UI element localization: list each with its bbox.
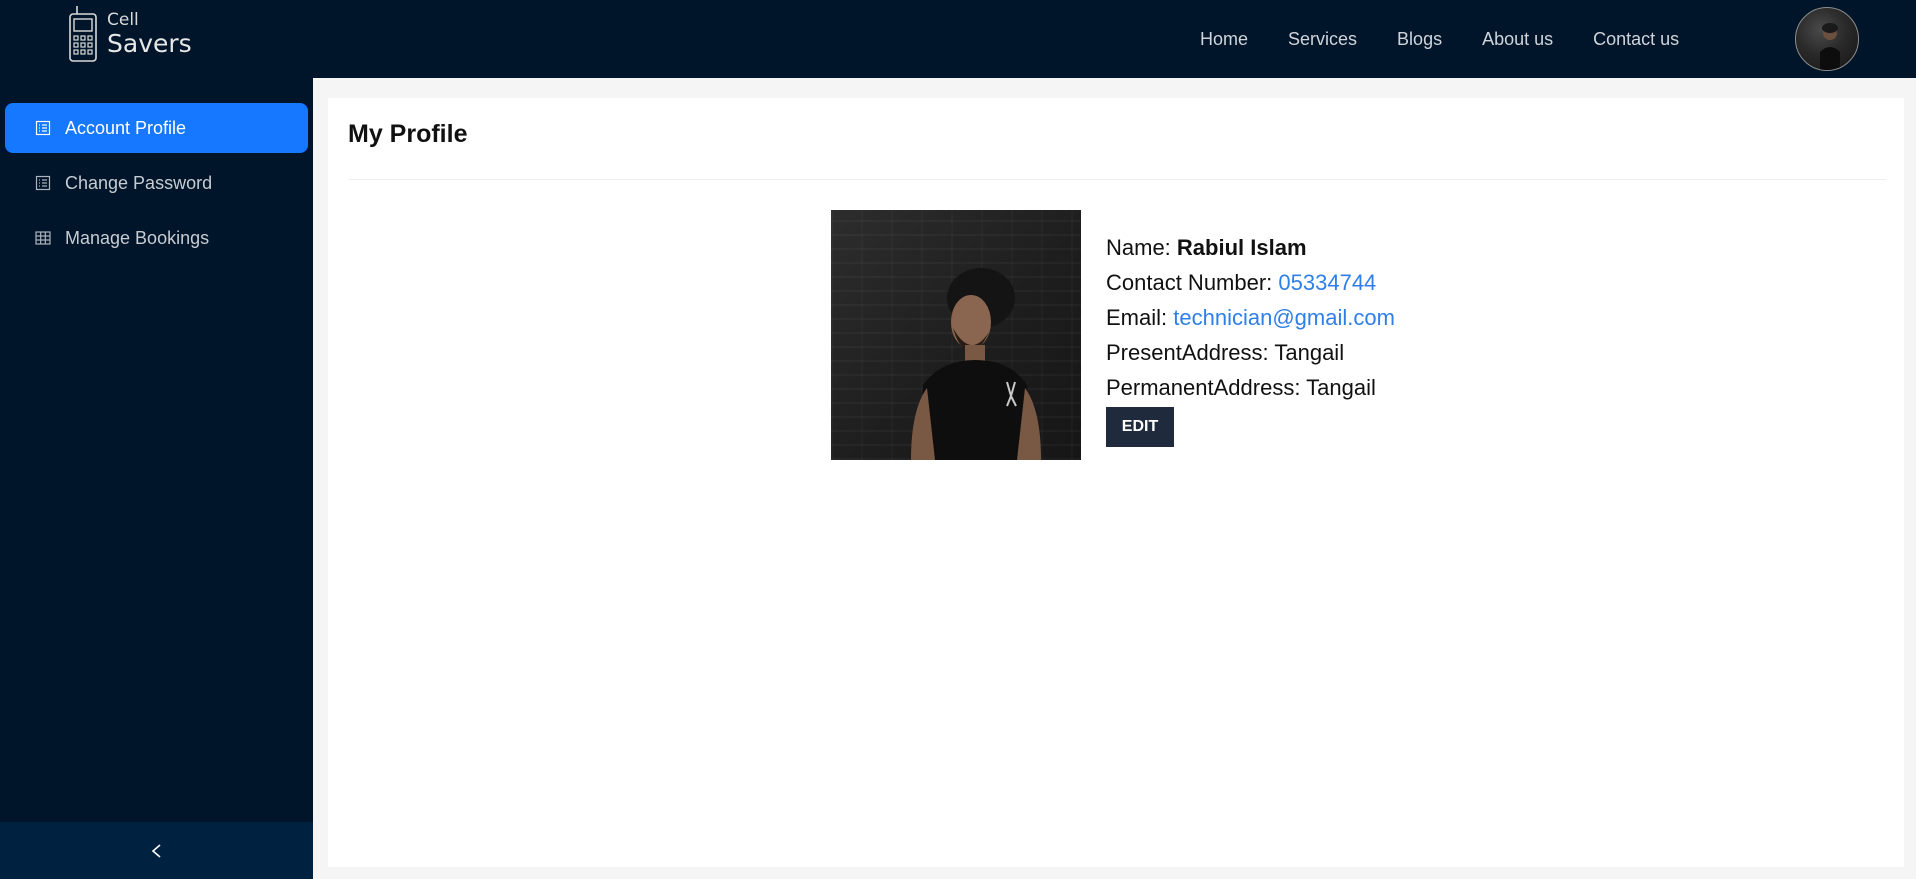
contact-label: Contact Number: bbox=[1106, 270, 1279, 295]
main-content: My Profile Name: Rabiul Islam Contact Nu… bbox=[313, 78, 1916, 879]
permanent-address-label: PermanentAddress: bbox=[1106, 375, 1307, 400]
brand-name: Cell Savers bbox=[107, 10, 192, 58]
list-icon bbox=[35, 175, 51, 191]
person-photo-icon bbox=[911, 268, 1041, 460]
permanent-address-value: Tangail bbox=[1306, 375, 1376, 400]
top-header: Cell Savers Home Services Blogs About us… bbox=[0, 0, 1916, 78]
top-nav: Home Services Blogs About us Contact us bbox=[1200, 0, 1719, 78]
sidebar-collapse-button[interactable] bbox=[0, 822, 313, 879]
profile-email-row: Email: technician@gmail.com bbox=[1106, 300, 1395, 335]
brand-logo[interactable]: Cell Savers bbox=[67, 4, 207, 64]
sidebar-item-manage-bookings[interactable]: Manage Bookings bbox=[5, 213, 308, 263]
email-label: Email: bbox=[1106, 305, 1174, 330]
brand-name-line2: Savers bbox=[107, 29, 192, 58]
sidebar: Account Profile Change Password Manage B… bbox=[0, 78, 313, 879]
chevron-left-icon bbox=[151, 843, 161, 858]
profile-photo bbox=[831, 210, 1081, 460]
profile-permanent-address-row: PermanentAddress: Tangail bbox=[1106, 370, 1395, 405]
contact-number-link[interactable]: 05334744 bbox=[1278, 270, 1376, 295]
nav-contact-us[interactable]: Contact us bbox=[1593, 29, 1679, 50]
table-icon bbox=[35, 231, 51, 245]
user-avatar[interactable] bbox=[1795, 7, 1859, 71]
nav-about-us[interactable]: About us bbox=[1482, 29, 1553, 50]
sidebar-item-label: Manage Bookings bbox=[65, 227, 210, 248]
sidebar-item-account-profile[interactable]: Account Profile bbox=[5, 103, 308, 153]
page-title: My Profile bbox=[348, 120, 468, 148]
profile-card: My Profile Name: Rabiul Islam Contact Nu… bbox=[328, 98, 1904, 867]
profile-name-row: Name: Rabiul Islam bbox=[1106, 230, 1395, 265]
title-divider bbox=[348, 179, 1886, 180]
present-address-label: PresentAddress: bbox=[1106, 340, 1275, 365]
profile-present-address-row: PresentAddress: Tangail bbox=[1106, 335, 1395, 370]
sidebar-item-label: Account Profile bbox=[65, 117, 187, 138]
name-label: Name: bbox=[1106, 235, 1177, 260]
present-address-value: Tangail bbox=[1274, 340, 1345, 365]
edit-profile-button[interactable]: EDIT bbox=[1106, 407, 1174, 447]
cell-phone-icon bbox=[69, 6, 97, 62]
list-icon bbox=[35, 120, 51, 136]
nav-blogs[interactable]: Blogs bbox=[1397, 29, 1442, 50]
nav-services[interactable]: Services bbox=[1288, 29, 1357, 50]
profile-contact-row: Contact Number: 05334744 bbox=[1106, 265, 1395, 300]
profile-name: Rabiul Islam bbox=[1176, 235, 1307, 260]
profile-info: Name: Rabiul Islam Contact Number: 05334… bbox=[1106, 230, 1395, 447]
nav-home[interactable]: Home bbox=[1200, 29, 1248, 50]
sidebar-item-change-password[interactable]: Change Password bbox=[5, 158, 308, 208]
email-link[interactable]: technician@gmail.com bbox=[1173, 305, 1395, 330]
brand-name-line1: Cell bbox=[107, 10, 139, 30]
user-photo-icon bbox=[1820, 23, 1840, 70]
sidebar-item-label: Change Password bbox=[65, 172, 213, 193]
